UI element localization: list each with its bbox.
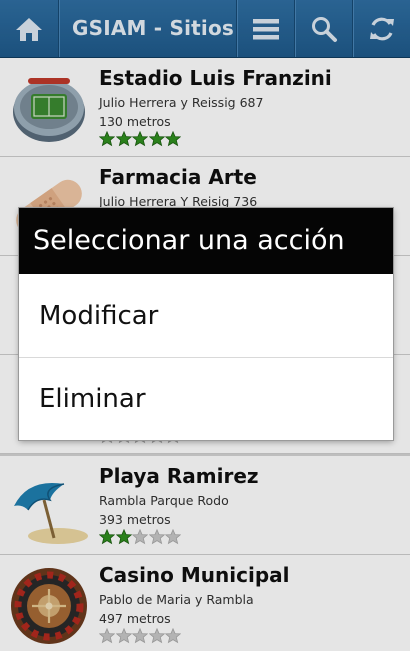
delete-option[interactable]: Eliminar [19, 358, 393, 440]
dialog-title: Seleccionar una acción [19, 208, 393, 274]
modify-option[interactable]: Modificar [19, 275, 393, 357]
action-dialog: Seleccionar una acción Modificar Elimina… [19, 208, 393, 440]
app-screen: GSIAM - Sitios Estadio Luis Franzini Jul… [0, 0, 410, 651]
